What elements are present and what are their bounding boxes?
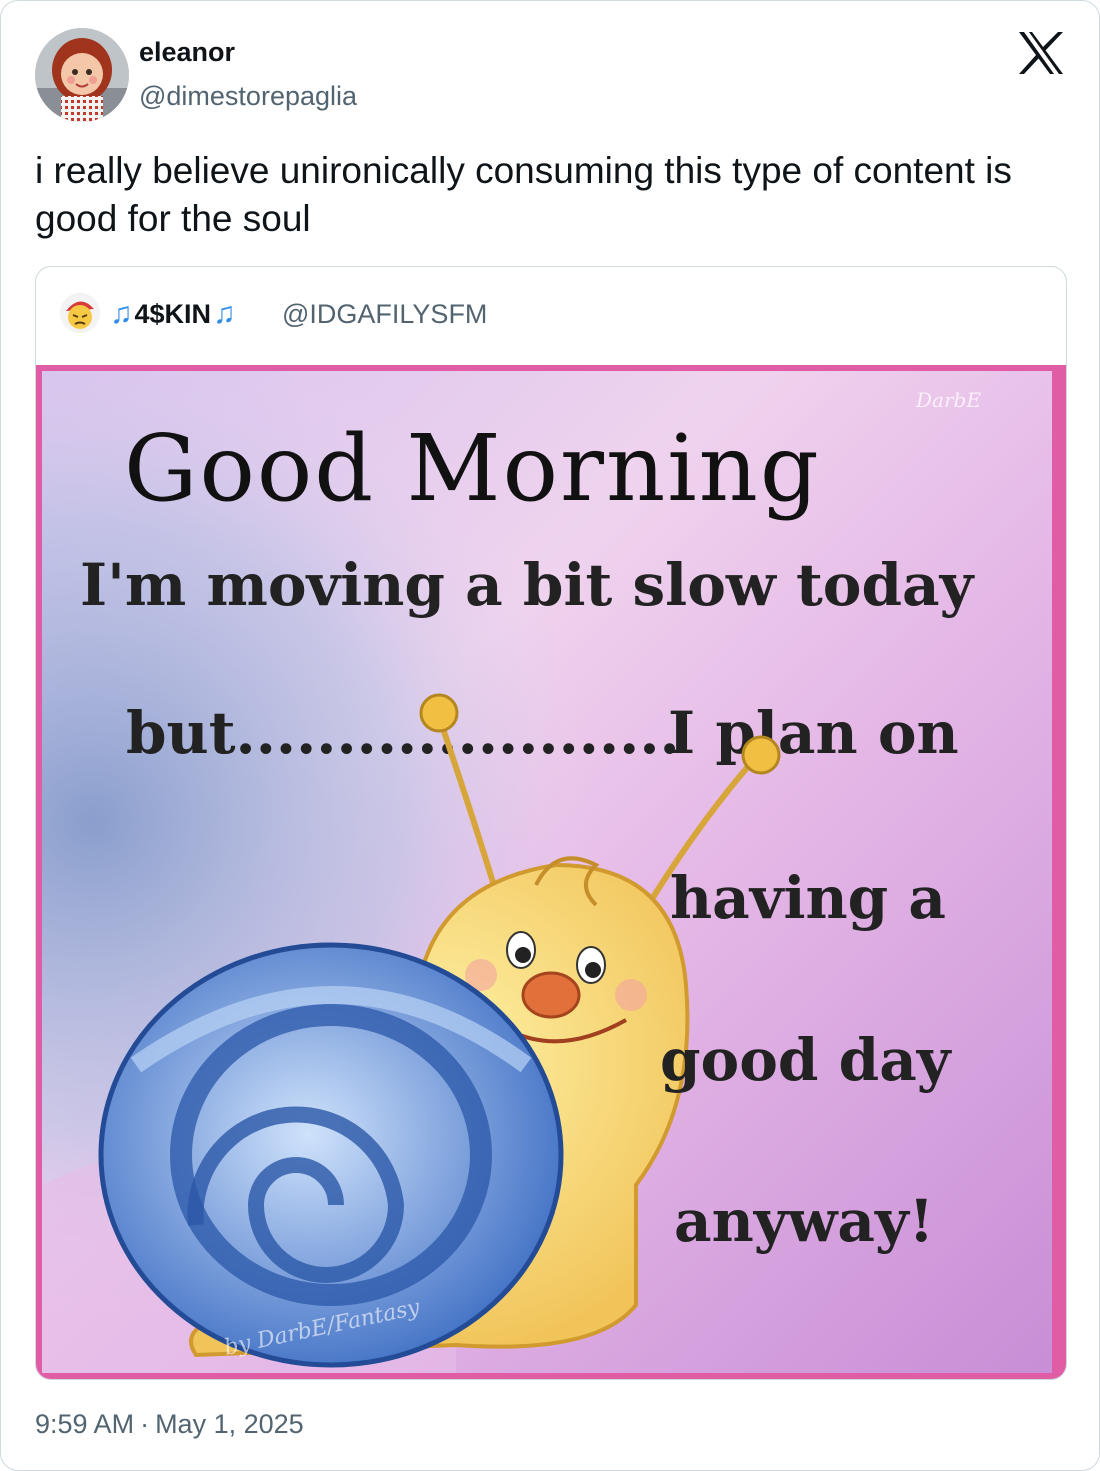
image-line-2-right: I plan on: [668, 699, 959, 767]
image-title: Good Morning: [124, 415, 821, 522]
quoted-author-handle[interactable]: @IDGAFILYSFM: [282, 299, 487, 330]
author-name[interactable]: eleanor: [139, 37, 235, 68]
music-note-icon: ♫: [213, 297, 236, 330]
author-handle[interactable]: @dimestorepaglia: [139, 81, 357, 112]
image-line-5: anyway!: [674, 1187, 934, 1255]
x-logo-icon[interactable]: [1017, 31, 1065, 75]
quoted-author-name[interactable]: ♫ 4$KIN ♫: [110, 297, 236, 331]
quoted-author-label: 4$KIN: [134, 298, 212, 329]
image-line-3: having a: [670, 864, 946, 932]
timestamp[interactable]: 9:59 AM · May 1, 2025: [35, 1409, 304, 1440]
timestamp-separator: ·: [140, 1409, 150, 1439]
image-line-4: good day: [660, 1026, 953, 1094]
music-note-icon: ♫: [110, 297, 133, 330]
tweet-text: i really believe unironically consuming …: [35, 150, 1012, 239]
quoted-tweet[interactable]: ♫ 4$KIN ♫ @IDGAFILYSFM DarbE Good Mornin…: [35, 266, 1067, 1380]
tweet-card: eleanor @dimestorepaglia i really believ…: [0, 0, 1100, 1471]
image-line-1: I'm moving a bit slow today: [80, 551, 976, 619]
emoji-avatar-icon[interactable]: [60, 293, 100, 333]
timestamp-date: May 1, 2025: [155, 1409, 304, 1439]
watermark-text: DarbE: [915, 388, 981, 412]
image-line-2-left: but......................: [126, 699, 680, 767]
quoted-image[interactable]: DarbE Good Morning I'm moving a bit slow…: [36, 365, 1066, 1379]
doll-avatar-icon[interactable]: [35, 28, 129, 122]
timestamp-time: 9:59 AM: [35, 1409, 135, 1439]
